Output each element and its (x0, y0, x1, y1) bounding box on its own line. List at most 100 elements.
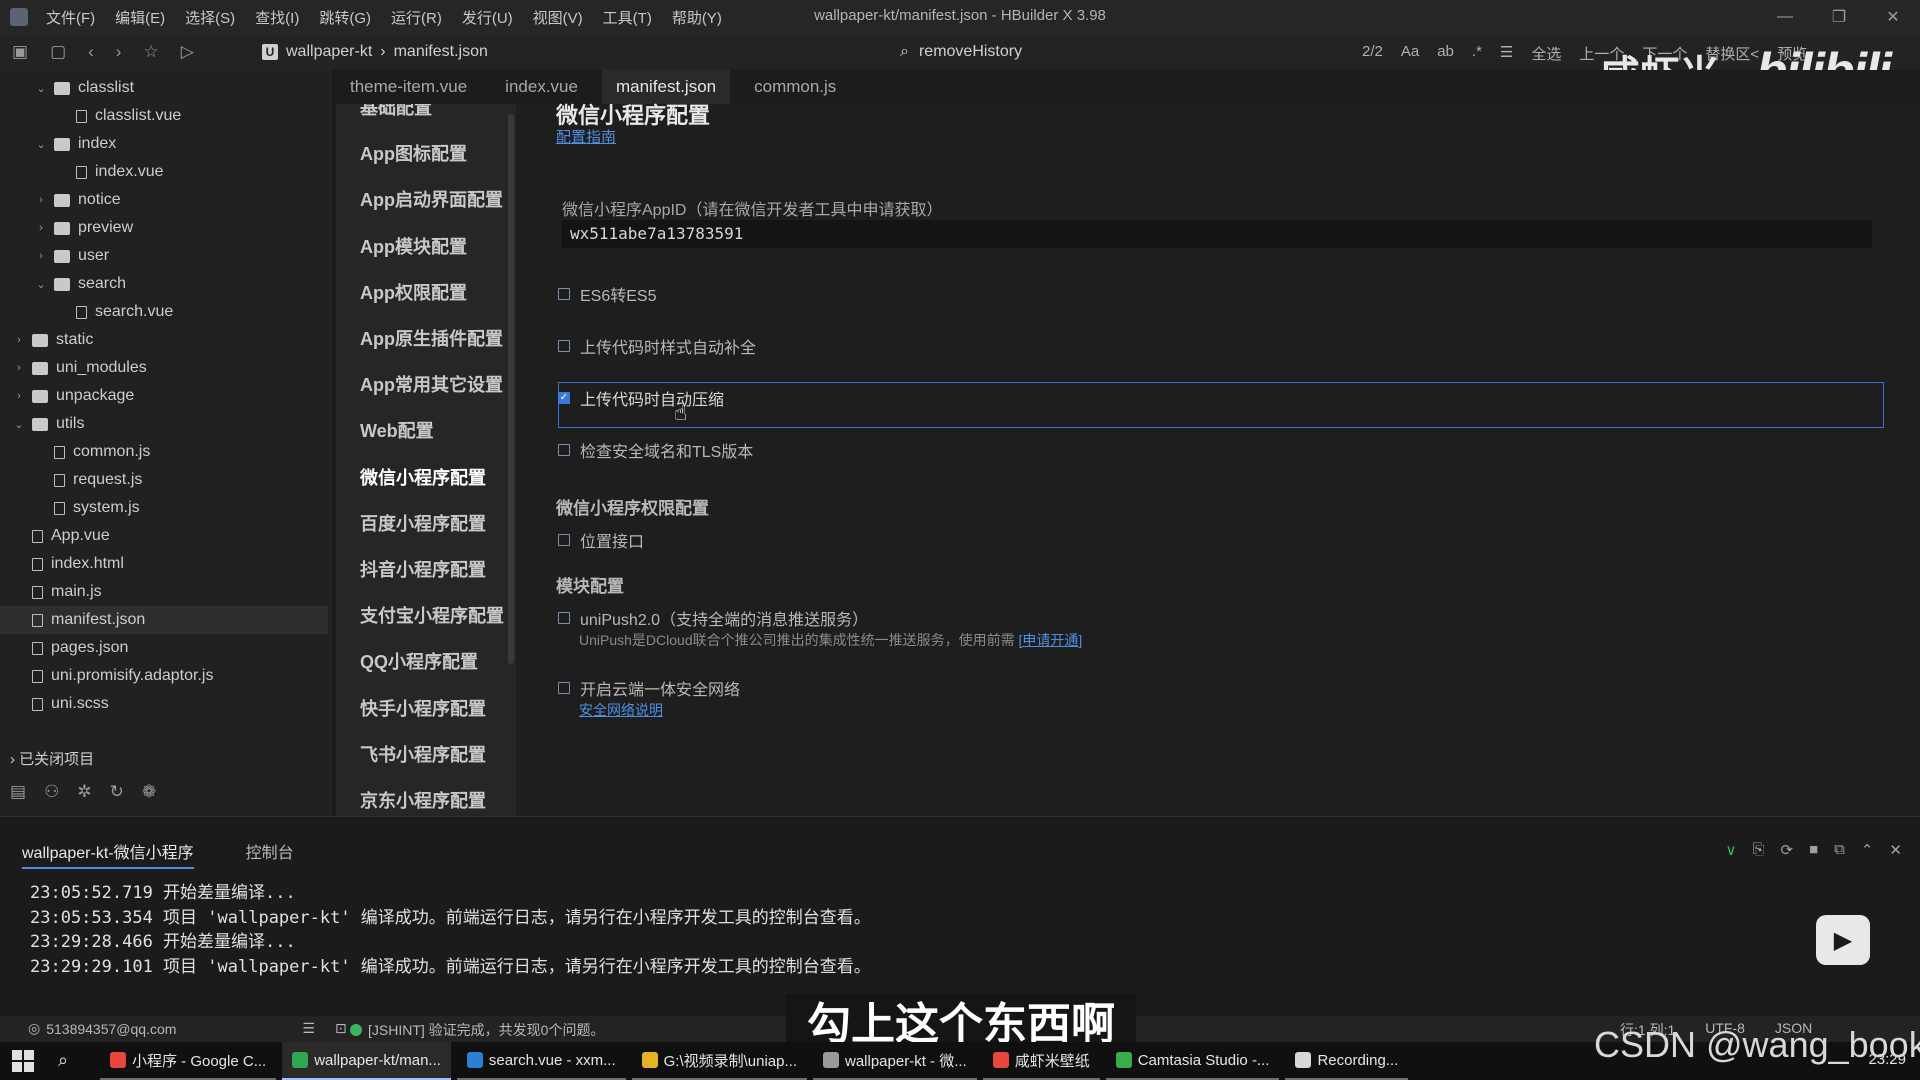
tree-file[interactable]: classlist.vue (0, 102, 328, 130)
console-tab-project[interactable]: wallpaper-kt-微信小程序 (22, 839, 194, 869)
taskbar-app[interactable]: 小程序 - Google C... (100, 1042, 277, 1080)
run-icon[interactable]: ▷ (181, 42, 194, 62)
menu-item[interactable]: 编辑(E) (115, 7, 165, 28)
taskbar-app[interactable]: wallpaper-kt - 微... (813, 1042, 977, 1080)
config-nav-item[interactable]: 京东小程序配置 (360, 787, 486, 813)
chevron-down-icon[interactable]: ⌄ (34, 278, 48, 291)
taskbar-search-icon[interactable]: ⌕ (58, 1050, 68, 1071)
config-nav-item[interactable]: 微信小程序配置 (360, 464, 486, 490)
config-nav-item[interactable]: 基础配置 (360, 104, 432, 120)
editor-tab[interactable]: common.js (740, 70, 850, 104)
save-all-icon[interactable]: ▣ (12, 42, 28, 62)
config-nav-item[interactable]: 快手小程序配置 (360, 695, 486, 721)
breadcrumb-file[interactable]: manifest.json (394, 43, 488, 61)
chevron-right-icon[interactable]: › (12, 390, 26, 402)
tree-folder[interactable]: › user (0, 242, 328, 270)
config-nav-scrollbar[interactable] (508, 114, 514, 664)
close-panel-icon[interactable]: ✕ (1889, 841, 1902, 859)
refresh-icon[interactable]: ↻ (110, 782, 124, 802)
wechat-option[interactable]: 上传代码时样式自动补全 (558, 334, 756, 358)
plugin-icon[interactable]: ❁ (142, 782, 156, 802)
config-nav-item[interactable]: Web配置 (360, 417, 434, 443)
tree-file[interactable]: search.vue (0, 298, 328, 326)
chevron-right-icon[interactable]: › (34, 194, 48, 206)
tree-file[interactable]: common.js (0, 438, 328, 466)
secure-network-option[interactable]: 开启云端一体安全网络 (558, 676, 740, 700)
chevron-right-icon[interactable]: › (12, 334, 26, 346)
unipush-checkbox[interactable] (558, 612, 570, 624)
menu-item[interactable]: 跳转(G) (319, 7, 371, 28)
minimize-icon[interactable]: — (1758, 0, 1812, 34)
secure-network-checkbox[interactable] (558, 682, 570, 694)
tree-file[interactable]: pages.json (0, 634, 328, 662)
tree-file[interactable]: uni.promisify.adaptor.js (0, 662, 328, 690)
wechat-option[interactable]: 检查安全域名和TLS版本 (558, 438, 753, 462)
tree-file[interactable]: manifest.json (0, 606, 328, 634)
filter-icon[interactable]: ∨ (1725, 841, 1736, 859)
tree-file[interactable]: index.vue (0, 158, 328, 186)
debug-icon[interactable]: ✲ (77, 782, 91, 802)
option-checkbox[interactable]: ✓ (558, 392, 570, 404)
star-icon[interactable]: ☆ (143, 42, 158, 62)
menu-item[interactable]: 文件(F) (46, 7, 95, 28)
config-nav-item[interactable]: App权限配置 (360, 279, 467, 305)
tree-folder[interactable]: › notice (0, 186, 328, 214)
tree-folder[interactable]: ⌄ search (0, 270, 328, 298)
tree-file[interactable]: uni.scss (0, 690, 328, 718)
taskbar-app[interactable]: wallpaper-kt/man... (282, 1042, 451, 1080)
tree-folder[interactable]: ⌄ index (0, 130, 328, 158)
select-all-button[interactable]: 全选 (1531, 43, 1561, 64)
whole-word-icon[interactable]: ab (1437, 43, 1454, 64)
tree-folder[interactable]: ⌄ utils (0, 410, 328, 438)
option-checkbox[interactable] (558, 340, 570, 352)
forward-icon[interactable]: › (116, 42, 122, 62)
config-nav-item[interactable]: App图标配置 (360, 140, 467, 166)
guide-link[interactable]: 配置指南 (556, 126, 616, 147)
menu-item[interactable]: 查找(I) (255, 7, 299, 28)
taskbar-app[interactable]: Camtasia Studio -... (1105, 1042, 1280, 1080)
location-checkbox[interactable] (558, 534, 570, 546)
collapse-icon[interactable]: ⌃ (1861, 841, 1874, 859)
menu-item[interactable]: 视图(V) (533, 7, 583, 28)
close-icon[interactable]: ✕ (1866, 0, 1920, 34)
tree-folder[interactable]: › preview (0, 214, 328, 242)
terminal-icon[interactable]: ⊡ (335, 1020, 347, 1037)
unipush-apply-link[interactable]: [申请开通] (1019, 632, 1083, 648)
config-nav-item[interactable]: 抖音小程序配置 (360, 556, 486, 582)
chevron-down-icon[interactable]: ⌄ (12, 418, 26, 431)
status-user[interactable]: ◎ 513894357@qq.com ☰ ⊡ (28, 1020, 347, 1037)
tree-file[interactable]: index.html (0, 550, 328, 578)
appid-input[interactable]: wx511abe7a13783591 (562, 220, 1872, 248)
menu-item[interactable]: 选择(S) (185, 7, 235, 28)
restore-icon[interactable]: ❐ (1812, 0, 1866, 34)
chevron-down-icon[interactable]: ⌄ (34, 138, 48, 151)
save-icon[interactable]: ▢ (50, 42, 66, 62)
menu-item[interactable]: 发行(U) (462, 7, 513, 28)
windows-start-icon[interactable] (12, 1050, 34, 1072)
tree-folder[interactable]: › unpackage (0, 382, 328, 410)
taskbar-app[interactable]: G:\视频录制\uniap... (631, 1042, 807, 1080)
list-icon[interactable]: ☰ (302, 1020, 315, 1037)
tree-file[interactable]: system.js (0, 494, 328, 522)
config-nav-item[interactable]: App原生插件配置 (360, 325, 503, 351)
tree-file[interactable]: App.vue (0, 522, 328, 550)
config-nav-item[interactable]: 支付宝小程序配置 (360, 602, 504, 628)
taskbar-app[interactable]: 咸虾米壁纸 (982, 1042, 1100, 1080)
chevron-right-icon[interactable]: › (34, 250, 48, 262)
restart-icon[interactable]: ⟳ (1780, 841, 1793, 859)
editor-tab[interactable]: theme-item.vue (336, 70, 481, 104)
tree-folder[interactable]: › static (0, 326, 328, 354)
chevron-right-icon[interactable]: › (34, 222, 48, 234)
tree-file[interactable]: main.js (0, 578, 328, 606)
find-input[interactable]: removeHistory (919, 43, 1022, 61)
external-icon[interactable]: ⧉ (1834, 841, 1845, 859)
config-nav-item[interactable]: App模块配置 (360, 233, 467, 259)
menu-item[interactable]: 帮助(Y) (672, 7, 722, 28)
open-icon[interactable]: ⎘ (1752, 841, 1764, 859)
option-checkbox[interactable] (558, 288, 570, 300)
chevron-down-icon[interactable]: ⌄ (34, 82, 48, 95)
secure-network-link[interactable]: 安全网络说明 (579, 700, 663, 720)
config-nav-item[interactable]: App常用其它设置 (360, 371, 503, 397)
console-tab-console[interactable]: 控制台 (246, 839, 294, 869)
tree-folder[interactable]: › uni_modules (0, 354, 328, 382)
